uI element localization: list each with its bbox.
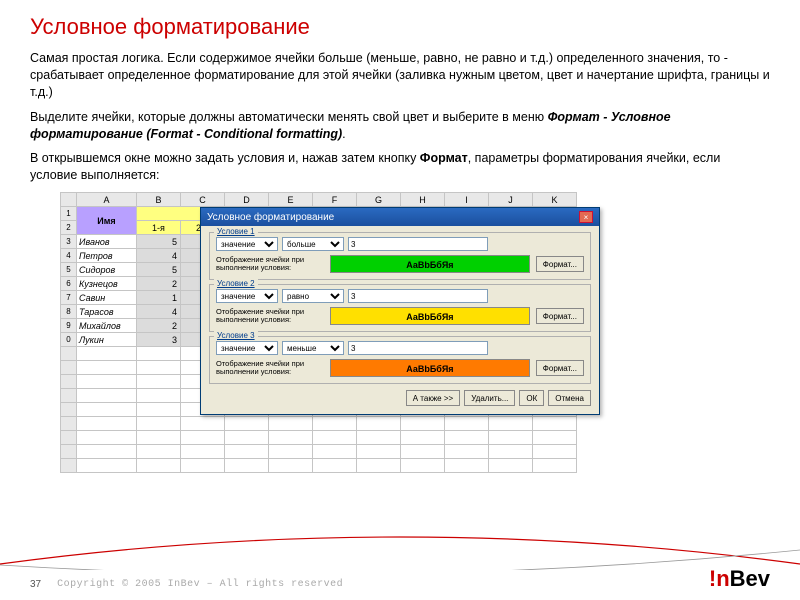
condition-value-input[interactable] (348, 237, 488, 251)
condition-type-select[interactable]: значение (216, 289, 278, 303)
close-icon[interactable]: × (579, 211, 593, 223)
condition-type-select[interactable]: значение (216, 341, 278, 355)
condition-operator-select[interactable]: меньше (282, 341, 344, 355)
condition-value-input[interactable] (348, 289, 488, 303)
condition-desc: Отображение ячейки при выполнении услови… (216, 360, 324, 377)
intro-para-3: В открывшемся окне можно задать условия … (30, 150, 770, 184)
add-condition-button[interactable]: А также >> (406, 390, 460, 406)
format-button[interactable]: Формат... (536, 256, 584, 272)
format-preview: АаВbБбЯя (330, 307, 530, 325)
conditional-format-dialog: Условное форматирование × Условие 1 знач… (200, 207, 600, 415)
decorative-swoosh (0, 530, 800, 570)
condition-2: Условие 2 значение равно Отображение яче… (209, 284, 591, 332)
dialog-titlebar[interactable]: Условное форматирование × (201, 208, 599, 226)
page-title: Условное форматирование (30, 14, 770, 40)
condition-type-select[interactable]: значение (216, 237, 278, 251)
inbev-logo: !nBev (709, 566, 770, 592)
format-preview: АаВbБбЯя (330, 359, 530, 377)
condition-label: Условие 2 (214, 279, 258, 288)
condition-value-input[interactable] (348, 341, 488, 355)
condition-1: Условие 1 значение больше Отображение яч… (209, 232, 591, 280)
ok-button[interactable]: ОК (519, 390, 544, 406)
copyright-text: Copyright © 2005 InBev – All rights rese… (57, 579, 343, 590)
dialog-title-text: Условное форматирование (207, 212, 334, 223)
format-preview: АаВbБбЯя (330, 255, 530, 273)
condition-desc: Отображение ячейки при выполнении услови… (216, 256, 324, 273)
intro-para-2: Выделите ячейки, которые должны автомати… (30, 109, 770, 143)
page-number: 37 (30, 579, 41, 590)
condition-3: Условие 3 значение меньше Отображение яч… (209, 336, 591, 384)
condition-operator-select[interactable]: больше (282, 237, 344, 251)
cancel-button[interactable]: Отмена (548, 390, 591, 406)
intro-para-1: Самая простая логика. Если содержимое яч… (30, 50, 770, 101)
format-button[interactable]: Формат... (536, 360, 584, 376)
format-button[interactable]: Формат... (536, 308, 584, 324)
condition-label: Условие 1 (214, 227, 258, 236)
delete-button[interactable]: Удалить... (464, 390, 515, 406)
condition-label: Условие 3 (214, 331, 258, 340)
condition-desc: Отображение ячейки при выполнении услови… (216, 308, 324, 325)
condition-operator-select[interactable]: равно (282, 289, 344, 303)
